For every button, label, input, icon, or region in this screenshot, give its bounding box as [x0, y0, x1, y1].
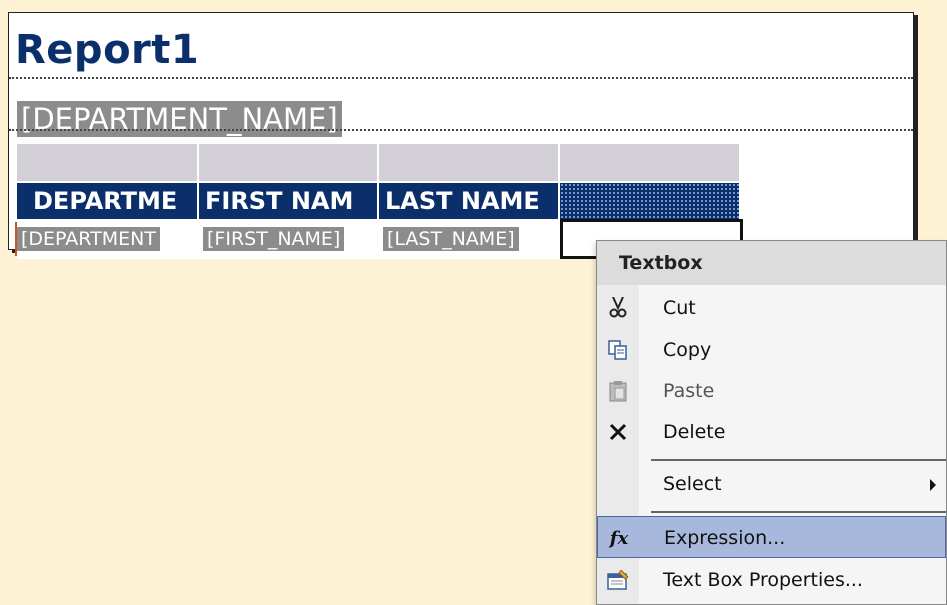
detail-cell-first-name[interactable]: [FIRST_NAME] — [199, 219, 379, 259]
menu-item-label: Delete — [663, 421, 726, 443]
menu-item-cut[interactable]: Cut — [597, 287, 946, 329]
paste-icon — [605, 378, 631, 404]
header-cell-first-name[interactable]: FIRST NAM — [199, 183, 379, 219]
menu-item-label: Copy — [663, 339, 712, 361]
header-cell-last-name[interactable]: LAST NAME — [379, 183, 560, 219]
report-body[interactable]: Report1 [DEPARTMENT_NAME] DEPARTME FIRST… — [8, 12, 914, 259]
menu-item-label: Paste — [663, 380, 715, 402]
menu-item-label: Expression... — [664, 527, 786, 549]
column-handle[interactable] — [199, 144, 379, 181]
header-cell-empty[interactable] — [560, 183, 741, 219]
design-canvas[interactable]: Report1 [DEPARTMENT_NAME] DEPARTME FIRST… — [0, 0, 947, 605]
group-field-textbox[interactable]: [DEPARTMENT_NAME] — [17, 101, 342, 137]
body-divider — [9, 129, 913, 131]
menu-separator — [651, 459, 946, 461]
detail-cell-last-name[interactable]: [LAST_NAME] — [379, 219, 560, 259]
menu-item-delete[interactable]: Delete — [597, 411, 946, 453]
field-department: [DEPARTMENT — [17, 227, 160, 251]
column-handles-row — [17, 144, 741, 181]
menu-item-paste[interactable]: Paste — [597, 370, 946, 412]
delete-x-icon — [605, 419, 631, 445]
context-menu: Textbox Cut Copy Paste Delete Select fx … — [596, 240, 947, 605]
menu-item-label: Cut — [663, 297, 696, 319]
context-menu-title: Textbox — [597, 241, 946, 285]
column-handle[interactable] — [17, 144, 199, 181]
properties-icon — [605, 567, 631, 593]
menu-separator — [651, 511, 946, 513]
header-cell-department[interactable]: DEPARTME — [17, 183, 199, 219]
detail-cell-department[interactable]: [DEPARTMENT — [17, 219, 199, 259]
submenu-arrow-icon — [930, 479, 936, 491]
copy-icon — [605, 337, 631, 363]
field-first-name: [FIRST_NAME] — [203, 227, 345, 251]
table-header-row: DEPARTME FIRST NAM LAST NAME — [17, 183, 741, 219]
menu-item-label: Select — [663, 473, 722, 495]
menu-item-label: Text Box Properties... — [663, 569, 863, 591]
fx-icon: fx — [609, 527, 629, 549]
menu-item-select[interactable]: Select — [597, 463, 946, 505]
menu-item-copy[interactable]: Copy — [597, 329, 946, 371]
column-handle[interactable] — [379, 144, 560, 181]
menu-item-expression[interactable]: fx Expression... — [597, 516, 946, 558]
scissors-icon — [605, 295, 631, 321]
report-title[interactable]: Report1 — [15, 27, 199, 73]
field-last-name: [LAST_NAME] — [383, 227, 519, 251]
column-handle[interactable] — [560, 144, 741, 181]
header-divider — [9, 77, 913, 79]
menu-item-text-box-properties[interactable]: Text Box Properties... — [597, 559, 946, 601]
